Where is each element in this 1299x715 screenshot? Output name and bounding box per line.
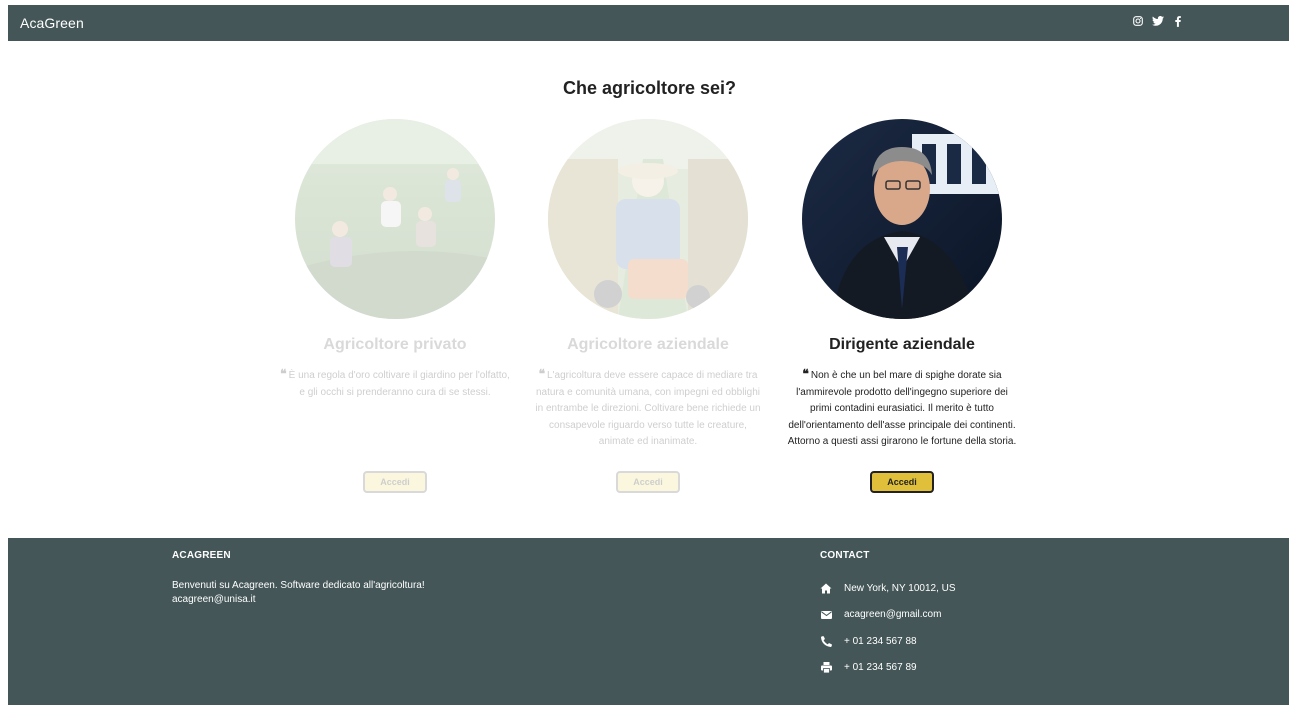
- twitter-icon[interactable]: [1152, 14, 1164, 28]
- card-quote: ❝ L'agricoltura deve essere capace di med…: [528, 366, 768, 451]
- quote-text: È una regola d'oro coltivare il giardino…: [288, 370, 510, 398]
- navbar: AcaGreen: [8, 5, 1289, 41]
- footer: ACAGREEN Benvenuti su Acagreen. Software…: [8, 538, 1289, 705]
- contact-address: New York, NY 10012, US: [820, 575, 1120, 602]
- accedi-button[interactable]: Accedi: [616, 471, 680, 493]
- card-agricoltore-privato: Agricoltore privato ❝ È una regola d'oro …: [275, 119, 515, 493]
- footer-about-text: Benvenuti su Acagreen. Software dedicato…: [172, 579, 572, 607]
- card-image: [802, 119, 1002, 319]
- instagram-icon[interactable]: [1132, 14, 1144, 28]
- quote-icon: ❝: [538, 367, 546, 381]
- card-image: [295, 119, 495, 319]
- contact-text[interactable]: acagreen@gmail.com: [844, 609, 941, 620]
- footer-email[interactable]: acagreen@unisa.it: [172, 594, 256, 605]
- print-icon: [820, 662, 832, 674]
- home-icon: [820, 582, 832, 594]
- card-title: Agricoltore aziendale: [567, 336, 729, 353]
- contact-email: acagreen@gmail.com: [820, 602, 1120, 629]
- page: AcaGreen Che agricoltore sei? Agricoltor…: [0, 0, 1299, 715]
- footer-contact: CONTACT New York, NY 10012, US acagreen@…: [820, 550, 1120, 681]
- contact-phone: + 01 234 567 88: [820, 628, 1120, 655]
- card-quote: ❝ Non è che un bel mare di spighe dorate …: [782, 366, 1022, 451]
- contact-fax: + 01 234 567 89: [820, 655, 1120, 682]
- contact-text: New York, NY 10012, US: [844, 582, 956, 594]
- page-title: Che agricoltore sei?: [562, 78, 737, 98]
- card-quote: ❝ È una regola d'oro coltivare il giardin…: [275, 366, 515, 401]
- contact-text: + 01 234 567 88: [844, 635, 917, 647]
- card-image: [548, 119, 748, 319]
- footer-description: Benvenuti su Acagreen. Software dedicato…: [172, 580, 425, 591]
- phone-icon: [820, 635, 832, 647]
- quote-text: L'agricoltura deve essere capace di medi…: [535, 370, 761, 447]
- facebook-icon[interactable]: [1172, 14, 1184, 28]
- brand-link[interactable]: AcaGreen: [20, 15, 84, 31]
- social-links: [1132, 14, 1184, 28]
- contact-list: New York, NY 10012, US acagreen@gmail.co…: [820, 575, 1120, 681]
- contact-text: + 01 234 567 89: [844, 662, 917, 674]
- accedi-button[interactable]: Accedi: [870, 471, 934, 493]
- quote-icon: ❝: [280, 367, 287, 381]
- footer-about-title: ACAGREEN: [172, 550, 231, 561]
- card-agricoltore-aziendale: Agricoltore aziendale ❝ L'agricoltura dev…: [528, 119, 768, 493]
- quote-icon: ❝: [802, 367, 809, 381]
- card-dirigente-aziendale: Dirigente aziendale ❝ Non è che un bel ma…: [782, 119, 1022, 493]
- accedi-button[interactable]: Accedi: [363, 471, 427, 493]
- footer-contact-title: CONTACT: [820, 550, 870, 561]
- quote-text: Non è che un bel mare di spighe dorate s…: [787, 370, 1017, 447]
- footer-about: ACAGREEN Benvenuti su Acagreen. Software…: [172, 550, 572, 607]
- card-title: Agricoltore privato: [323, 336, 467, 353]
- card-title: Dirigente aziendale: [829, 336, 975, 353]
- envelope-icon: [820, 609, 832, 621]
